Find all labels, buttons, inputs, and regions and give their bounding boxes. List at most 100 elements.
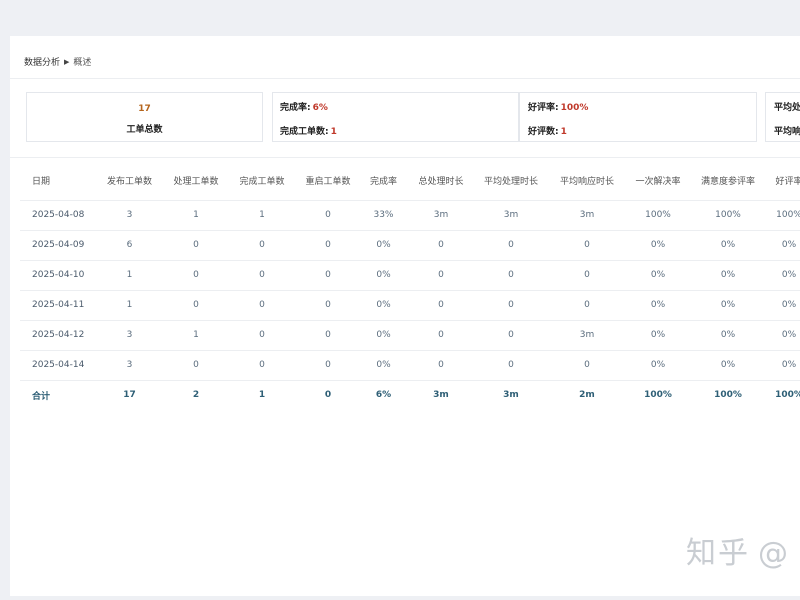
table-cell: 1 xyxy=(229,200,295,231)
table-cell: 100% xyxy=(688,200,768,231)
table-cell: 1 xyxy=(96,290,163,321)
table-cell: 6% xyxy=(375,390,392,401)
avg-response-stat: 平均响 xyxy=(774,124,800,137)
total-tickets-card: 17 工单总数 xyxy=(26,92,263,142)
table-cell: 0 xyxy=(546,290,628,321)
table-cell: 0% xyxy=(361,350,406,381)
good-rate-value: 100% xyxy=(560,103,589,113)
column-header[interactable]: 一次解决率 xyxy=(628,162,688,201)
divider xyxy=(10,157,800,158)
total-tickets-label: 工单总数 xyxy=(126,125,163,135)
breadcrumb: 数据分析 ▶ 概述 xyxy=(24,55,91,69)
avg-response-label: 平均响 xyxy=(774,127,800,137)
table-cell: 0 xyxy=(324,390,332,401)
divider xyxy=(10,78,800,79)
table-cell: 100% xyxy=(628,200,688,231)
table-cell: 0% xyxy=(628,350,688,381)
table-row: 2025-04-10 1 0 0 0 0% 0 0 0 0% 0% 0% xyxy=(20,260,800,291)
table-cell: 0 xyxy=(295,350,361,381)
column-header[interactable]: 完成率 xyxy=(361,162,406,201)
table-cell: 1 xyxy=(163,200,229,231)
completion-rate-stat: 完成率: 6% xyxy=(280,100,328,113)
table-cell: 0% xyxy=(688,320,768,351)
table-cell: 0% xyxy=(361,320,406,351)
completion-rate-value: 6% xyxy=(312,103,328,113)
table-cell: 0 xyxy=(546,350,628,381)
column-header[interactable]: 处理工单数 xyxy=(163,162,229,201)
column-header[interactable]: 发布工单数 xyxy=(96,162,163,201)
table-cell: 100% xyxy=(768,200,800,231)
table-cell: 3 xyxy=(96,350,163,381)
table-cell: 0 xyxy=(229,350,295,381)
breadcrumb-root[interactable]: 数据分析 xyxy=(24,55,60,68)
table-cell: 3m xyxy=(433,390,449,401)
table-cell: 2025-04-11 xyxy=(20,290,96,321)
total-tickets-value: 17 xyxy=(138,104,151,114)
table-cell: 33% xyxy=(361,200,406,231)
table-cell: 3m xyxy=(503,390,519,401)
completion-card: 完成率: 6% 完成工单数: 1 xyxy=(272,92,519,142)
table-cell: 3m xyxy=(546,200,628,231)
table-cell: 0 xyxy=(163,260,229,291)
avg-handle-label: 平均处 xyxy=(774,103,800,113)
table-cell: 0 xyxy=(406,260,476,291)
total-row: 合计 17 2 1 0 6% 3m 3m 2m 100% 100% 100% xyxy=(20,380,800,410)
column-header[interactable]: 平均处理时长 xyxy=(476,162,546,201)
table-cell: 0 xyxy=(406,230,476,261)
table-cell: 2025-04-14 xyxy=(20,350,96,381)
table-cell: 3m xyxy=(546,320,628,351)
table-cell: 0 xyxy=(476,260,546,291)
table-cell: 1 xyxy=(96,260,163,291)
table-cell: 0% xyxy=(361,230,406,261)
table-cell: 0 xyxy=(476,290,546,321)
average-time-card: 平均处 平均响 xyxy=(765,92,800,142)
table-cell: 0% xyxy=(688,350,768,381)
column-header[interactable]: 好评率 xyxy=(768,162,800,201)
column-header[interactable]: 总处理时长 xyxy=(406,162,476,201)
table-cell: 0 xyxy=(295,230,361,261)
table-cell: 0% xyxy=(688,290,768,321)
table-cell: 2025-04-08 xyxy=(20,200,96,231)
table-cell: 0% xyxy=(361,290,406,321)
table-row: 2025-04-14 3 0 0 0 0% 0 0 0 0% 0% 0% xyxy=(20,350,800,381)
table-cell: 0% xyxy=(768,230,800,261)
column-header[interactable]: 日期 xyxy=(20,162,96,201)
table-cell: 3 xyxy=(96,200,163,231)
table-cell: 3 xyxy=(96,320,163,351)
zhihu-watermark: 知乎 @ xyxy=(686,528,790,572)
table-cell: 0 xyxy=(163,350,229,381)
table-cell: 0 xyxy=(476,320,546,351)
table-cell: 合计 xyxy=(32,391,51,402)
table-cell: 3m xyxy=(476,200,546,231)
good-count-value: 1 xyxy=(560,127,567,137)
caret-right-icon: ▶ xyxy=(64,57,70,66)
completed-count-value: 1 xyxy=(330,127,337,137)
table-cell: 3m xyxy=(406,200,476,231)
column-header[interactable]: 完成工单数 xyxy=(229,162,295,201)
table-cell: 2025-04-10 xyxy=(20,260,96,291)
table-cell: 0 xyxy=(406,290,476,321)
table-cell: 0% xyxy=(768,350,800,381)
table-cell: 0 xyxy=(476,350,546,381)
table-cell: 0% xyxy=(688,230,768,261)
table-row: 2025-04-11 1 0 0 0 0% 0 0 0 0% 0% 0% xyxy=(20,290,800,321)
column-header[interactable]: 满意度参评率 xyxy=(688,162,768,201)
table-cell: 2 xyxy=(192,390,200,401)
avg-handle-stat: 平均处 xyxy=(774,100,800,113)
table-cell: 0 xyxy=(295,260,361,291)
good-rate-stat: 好评率: 100% xyxy=(528,100,588,113)
column-header[interactable]: 平均响应时长 xyxy=(546,162,628,201)
table-cell: 0 xyxy=(295,290,361,321)
table-cell: 0 xyxy=(406,320,476,351)
table-cell: 100% xyxy=(714,390,742,401)
table-cell: 100% xyxy=(775,390,800,401)
table-row: 2025-04-12 3 1 0 0 0% 0 0 3m 0% 0% 0% xyxy=(20,320,800,351)
table-cell: 2025-04-12 xyxy=(20,320,96,351)
good-count-stat: 好评数: 1 xyxy=(528,124,567,137)
table-cell: 2025-04-09 xyxy=(20,230,96,261)
table-cell: 0 xyxy=(229,230,295,261)
table-cell: 0% xyxy=(768,260,800,291)
table-cell: 100% xyxy=(644,390,672,401)
table-cell: 0% xyxy=(361,260,406,291)
column-header[interactable]: 重启工单数 xyxy=(295,162,361,201)
